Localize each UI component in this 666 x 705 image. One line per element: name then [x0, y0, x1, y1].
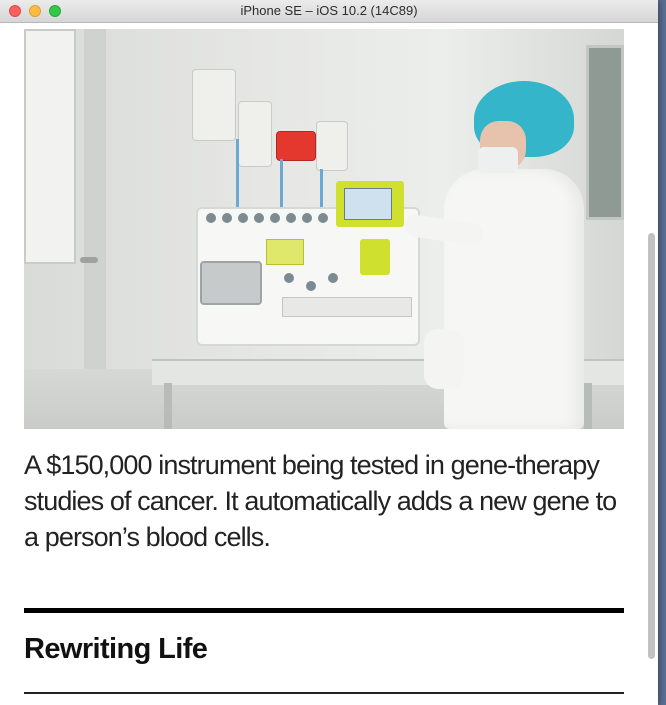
- iv-bag: [316, 121, 348, 171]
- valve-dial: [270, 213, 280, 223]
- table-leg: [584, 383, 592, 429]
- valve-dial: [222, 213, 232, 223]
- device-panel: [360, 239, 390, 275]
- article-photo: [24, 29, 624, 429]
- iv-bag: [238, 101, 272, 167]
- valve-dial: [306, 281, 316, 291]
- worker-suit: [444, 169, 584, 429]
- device-drawer: [282, 297, 412, 317]
- device-cassette: [266, 239, 304, 265]
- centrifuge-chamber: [200, 261, 262, 305]
- worker-arm: [424, 329, 464, 389]
- valve-dial: [206, 213, 216, 223]
- tubing: [236, 139, 239, 207]
- device-touchscreen: [336, 181, 404, 227]
- valve-dial: [286, 213, 296, 223]
- scrollbar-thumb[interactable]: [648, 233, 655, 659]
- valve-dial: [238, 213, 248, 223]
- section-divider: [24, 608, 624, 613]
- valve-dial: [328, 273, 338, 283]
- window-title: iPhone SE – iOS 10.2 (14C89): [240, 3, 418, 18]
- page-content: A $150,000 instrument being tested in ge…: [0, 23, 658, 705]
- title-bar[interactable]: iPhone SE – iOS 10.2 (14C89): [0, 0, 658, 23]
- valve-dial: [318, 213, 328, 223]
- valve-dial: [284, 273, 294, 283]
- tubing: [320, 169, 323, 207]
- iv-bag: [192, 69, 236, 141]
- simulator-window: iPhone SE – iOS 10.2 (14C89) A $150,000 …: [0, 0, 658, 705]
- door-handle: [80, 257, 98, 263]
- valve-dial: [302, 213, 312, 223]
- image-caption: A $150,000 instrument being tested in ge…: [24, 450, 617, 552]
- wall-window: [586, 45, 624, 220]
- door-panel: [24, 29, 76, 264]
- tubing: [280, 159, 283, 207]
- table-leg: [164, 383, 172, 429]
- section-title[interactable]: Rewriting Life: [24, 633, 208, 666]
- face-mask: [478, 147, 518, 173]
- valve-dial: [254, 213, 264, 223]
- red-bag: [276, 131, 316, 161]
- section-divider-thin: [24, 692, 624, 694]
